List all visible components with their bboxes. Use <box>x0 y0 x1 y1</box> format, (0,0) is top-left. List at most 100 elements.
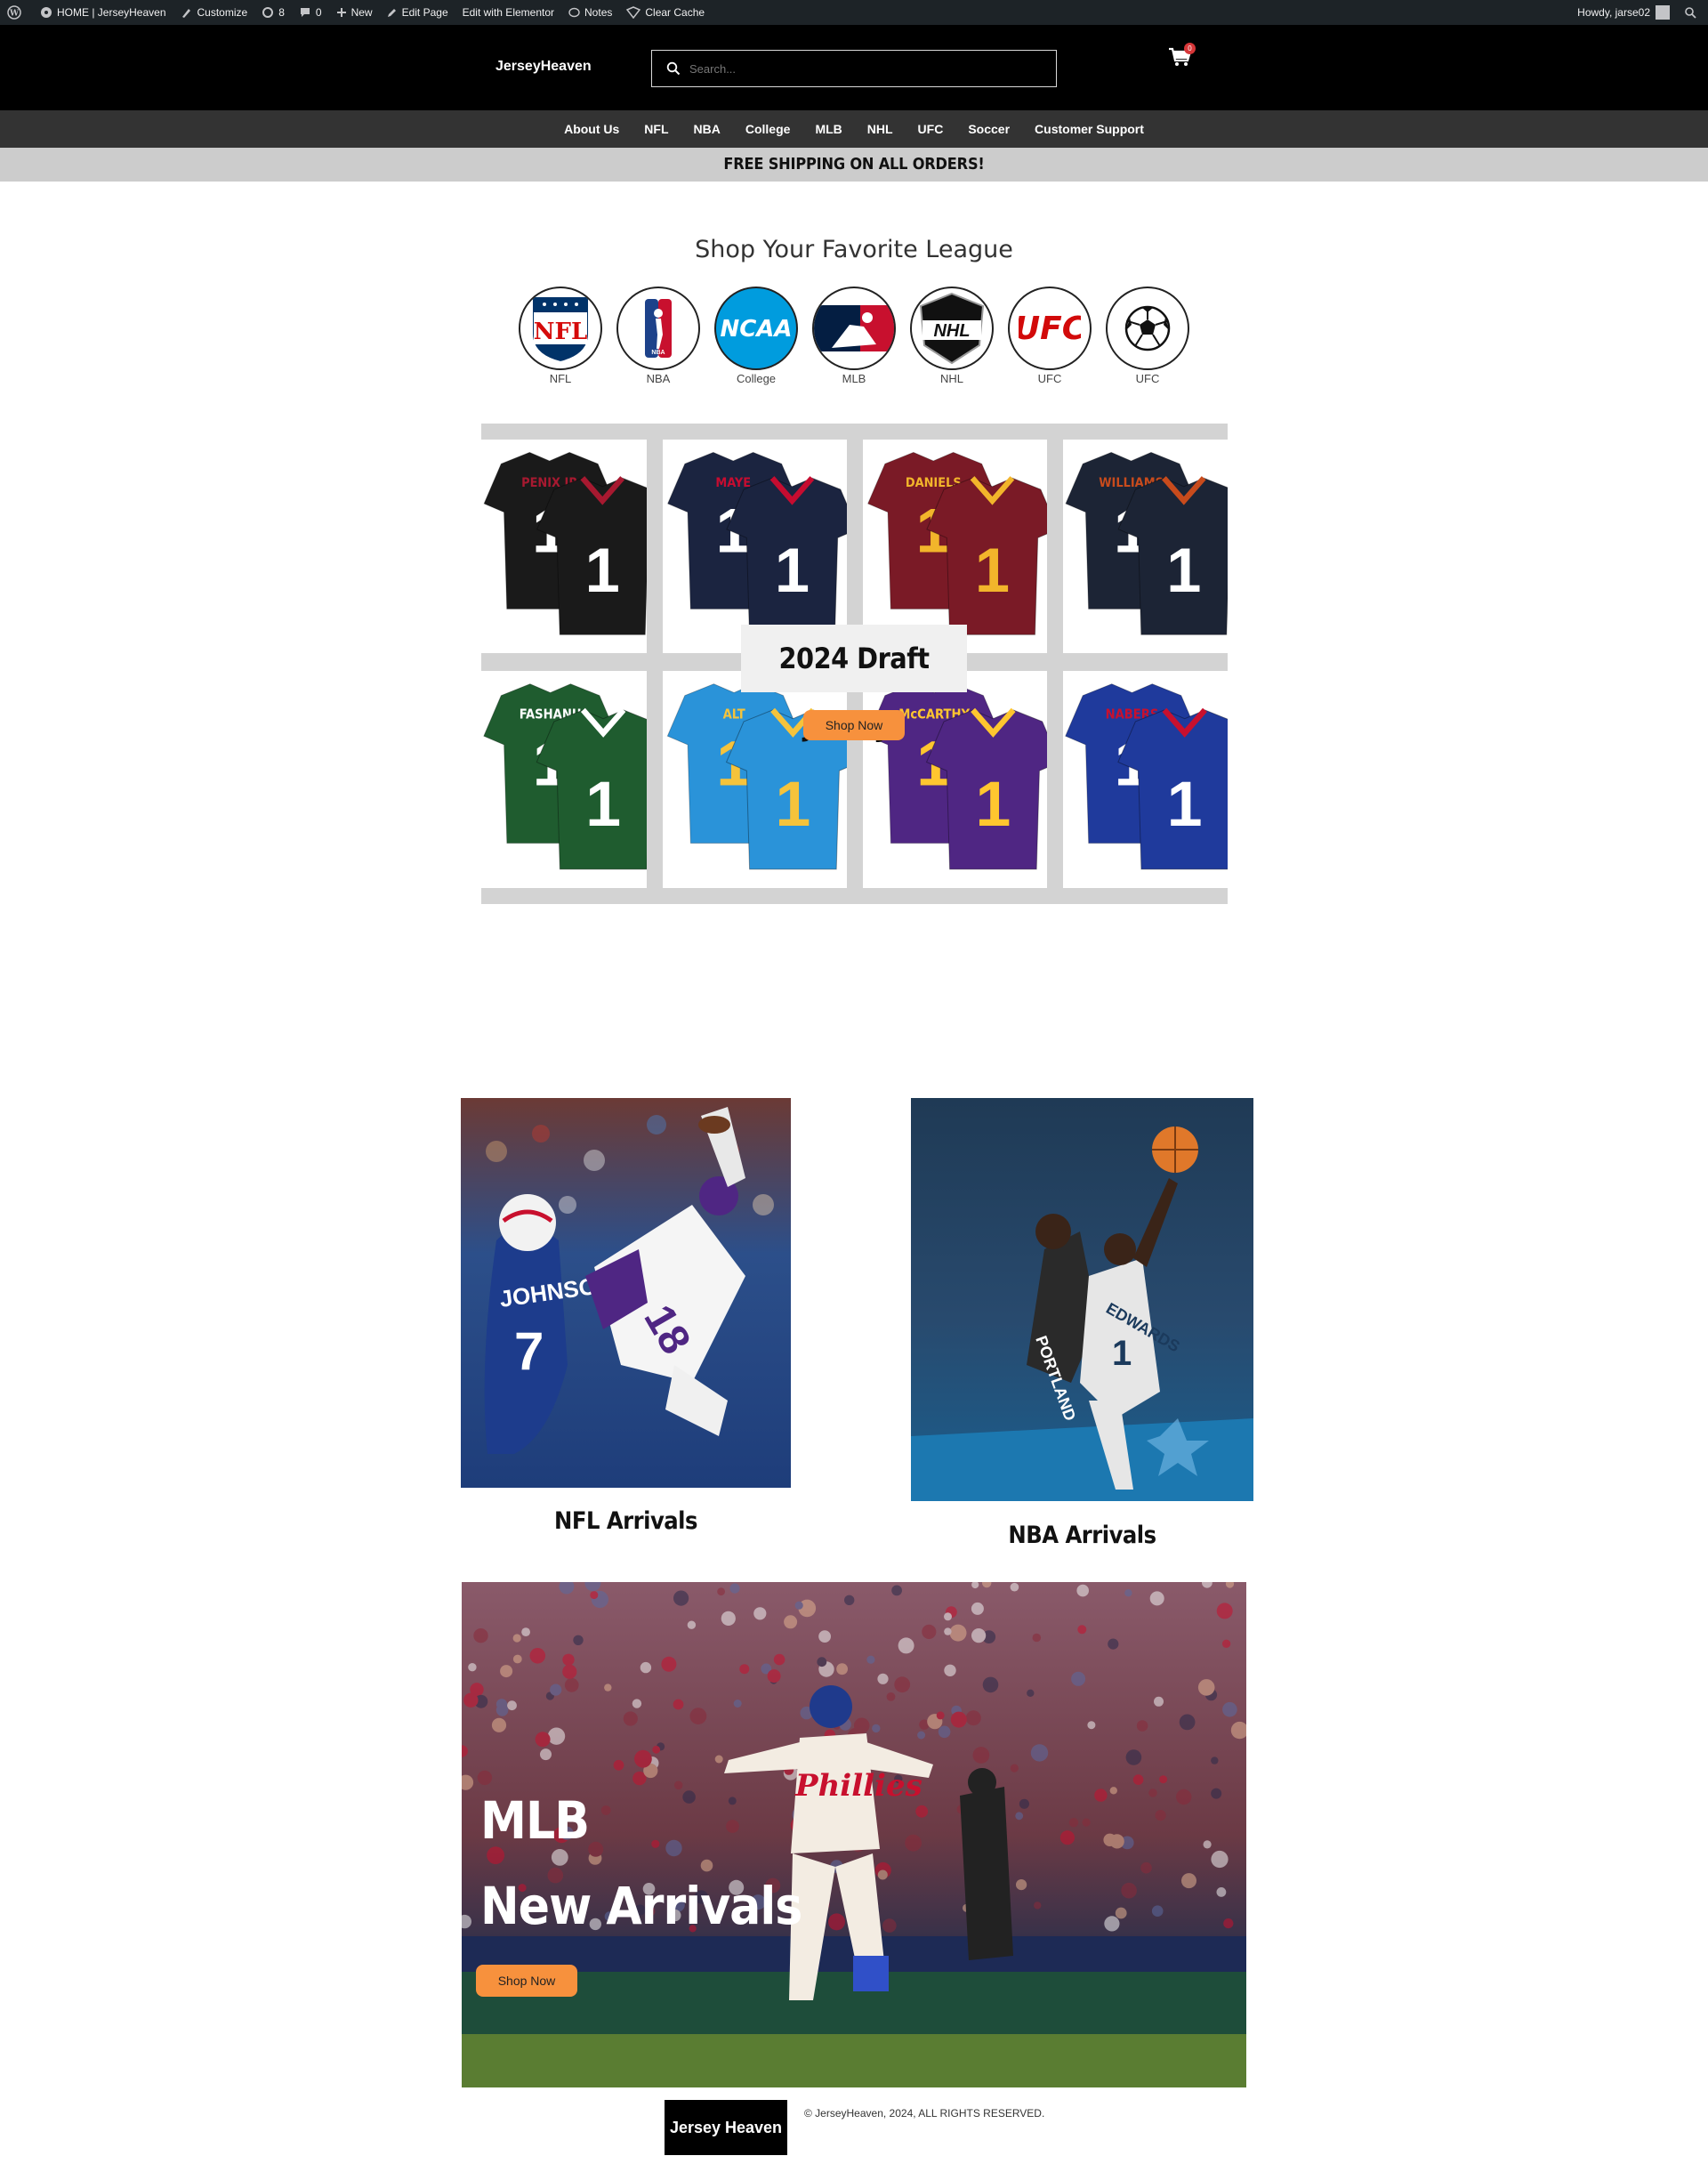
league-mlb[interactable]: MLB <box>812 287 896 385</box>
jersey-image: MAYE11 <box>663 440 847 653</box>
jersey-number: 1 <box>585 769 621 840</box>
mlb-shop-now-button[interactable]: Shop Now <box>476 1965 577 1997</box>
comments-count: 0 <box>315 6 322 19</box>
league-label: UFC <box>1037 372 1062 385</box>
jersey-name: ALT <box>723 707 745 723</box>
league-label: NFL <box>549 372 572 385</box>
jersey-image: PENIX JR11 <box>481 440 647 653</box>
main-nav: About Us NFL NBA College MLB NHL UFC Soc… <box>0 110 1708 148</box>
admin-search-button[interactable] <box>1677 0 1708 25</box>
pencil-icon <box>387 9 396 17</box>
howdy-label: Howdy, jarse02 <box>1577 6 1650 19</box>
league-label: UFC <box>1135 372 1160 385</box>
nav-customer-support[interactable]: Customer Support <box>1022 122 1156 136</box>
comments-link[interactable]: 0 <box>292 0 329 25</box>
nba-logo-icon: NBA <box>616 287 700 370</box>
account-menu[interactable]: Howdy, jarse02 <box>1570 0 1677 25</box>
mlb-title-line1: MLB <box>480 1790 590 1851</box>
nav-soccer[interactable]: Soccer <box>955 122 1022 136</box>
nav-college[interactable]: College <box>733 122 803 136</box>
nav-about-us[interactable]: About Us <box>552 122 632 136</box>
site-name-label: HOME | JerseyHeaven <box>57 6 166 19</box>
league-soccer[interactable]: UFC <box>1106 287 1189 385</box>
speech-bubble-icon <box>568 7 580 17</box>
avatar <box>1656 5 1670 20</box>
soccer-ball-icon <box>1106 287 1189 370</box>
league-nhl[interactable]: NHL NHL <box>910 287 994 385</box>
wordpress-logo-button[interactable]: W <box>0 0 33 25</box>
updates-link[interactable]: 8 <box>254 0 292 25</box>
search-icon <box>1685 7 1696 19</box>
nba-arrivals-label[interactable]: NBA Arrivals <box>911 1522 1253 1549</box>
jersey-image: NABERS11 <box>1063 671 1228 888</box>
nav-nfl[interactable]: NFL <box>632 122 681 136</box>
customize-label: Customize <box>197 6 248 19</box>
cache-icon <box>626 6 641 19</box>
site-logo[interactable]: JerseyHeaven <box>495 59 592 75</box>
new-content-link[interactable]: New <box>329 0 380 25</box>
search-icon <box>666 61 681 76</box>
jersey-number: 1 <box>1166 535 1201 605</box>
wordpress-icon: W <box>7 5 21 20</box>
svg-text:W: W <box>9 10 20 19</box>
svg-text:7: 7 <box>514 1321 544 1381</box>
brush-icon <box>181 9 190 18</box>
nfl-logo-icon: NFL <box>519 287 602 370</box>
nhl-logo-icon: NHL <box>910 287 994 370</box>
league-nba[interactable]: NBA NBA <box>616 287 700 385</box>
jersey-image: DANIELS11 <box>863 440 1047 653</box>
footer-logo[interactable]: Jersey Heaven <box>665 2100 787 2155</box>
nfl-arrivals-label[interactable]: NFL Arrivals <box>461 1507 791 1535</box>
edit-page-label: Edit Page <box>401 6 448 19</box>
search-input[interactable] <box>689 61 1045 76</box>
jersey-number: 1 <box>975 535 1010 605</box>
ufc-logo-icon: UFC <box>1008 287 1092 370</box>
site-header: JerseyHeaven 0 <box>0 25 1708 110</box>
svg-text:1: 1 <box>1112 1334 1132 1373</box>
jersey-name: MAYE <box>715 476 751 490</box>
nav-ufc[interactable]: UFC <box>906 122 956 136</box>
svg-text:NBA: NBA <box>651 350 665 356</box>
league-nfl[interactable]: NFL NFL <box>519 287 602 385</box>
notes-link[interactable]: Notes <box>561 0 619 25</box>
clear-cache-link[interactable]: Clear Cache <box>619 0 712 25</box>
nba-arrivals-image[interactable]: PORTLAND EDWARDS 1 <box>911 1098 1253 1501</box>
jersey-number: 1 <box>775 769 810 840</box>
league-label: College <box>736 372 777 385</box>
mlb-title-line2: New Arrivals <box>480 1876 802 1936</box>
league-label: MLB <box>842 372 866 385</box>
jersey-number: 1 <box>1167 769 1203 840</box>
league-ufc[interactable]: UFC UFC <box>1008 287 1092 385</box>
nav-mlb[interactable]: MLB <box>802 122 854 136</box>
notes-label: Notes <box>584 6 613 19</box>
site-name-link[interactable]: HOME | JerseyHeaven <box>33 0 173 25</box>
edit-page-link[interactable]: Edit Page <box>380 0 455 25</box>
search-box <box>651 50 1057 87</box>
league-college[interactable]: NCAA College <box>714 287 798 385</box>
league-label: NHL <box>939 372 963 385</box>
jersey-number: 1 <box>585 535 620 605</box>
updates-count: 8 <box>278 6 285 19</box>
jersey-number: 1 <box>775 535 810 605</box>
jersey-number: 1 <box>975 769 1011 840</box>
draft-shop-now-button[interactable]: Shop Now <box>803 710 905 740</box>
plus-icon <box>336 8 346 17</box>
clear-cache-label: Clear Cache <box>645 6 705 19</box>
cart-button[interactable]: 0 <box>1168 43 1196 73</box>
customize-link[interactable]: Customize <box>173 0 255 25</box>
comment-icon <box>300 8 310 17</box>
svg-text:NCAA: NCAA <box>720 316 792 343</box>
dashboard-icon <box>41 7 52 18</box>
cart-count-badge: 0 <box>1184 43 1196 54</box>
mlb-logo-icon <box>812 287 896 370</box>
leagues-heading: Shop Your Favorite League <box>695 236 1013 263</box>
jersey-image: FASHANU11 <box>481 671 647 888</box>
svg-text:NHL: NHL <box>933 321 970 341</box>
nfl-arrivals-image[interactable]: JOHNSON 7 18 <box>461 1098 791 1488</box>
ncaa-logo-icon: NCAA <box>714 287 798 370</box>
edit-elementor-link[interactable]: Edit with Elementor <box>455 0 561 25</box>
league-label: NBA <box>646 372 671 385</box>
elementor-label: Edit with Elementor <box>462 6 555 19</box>
nav-nhl[interactable]: NHL <box>855 122 906 136</box>
nav-nba[interactable]: NBA <box>681 122 733 136</box>
